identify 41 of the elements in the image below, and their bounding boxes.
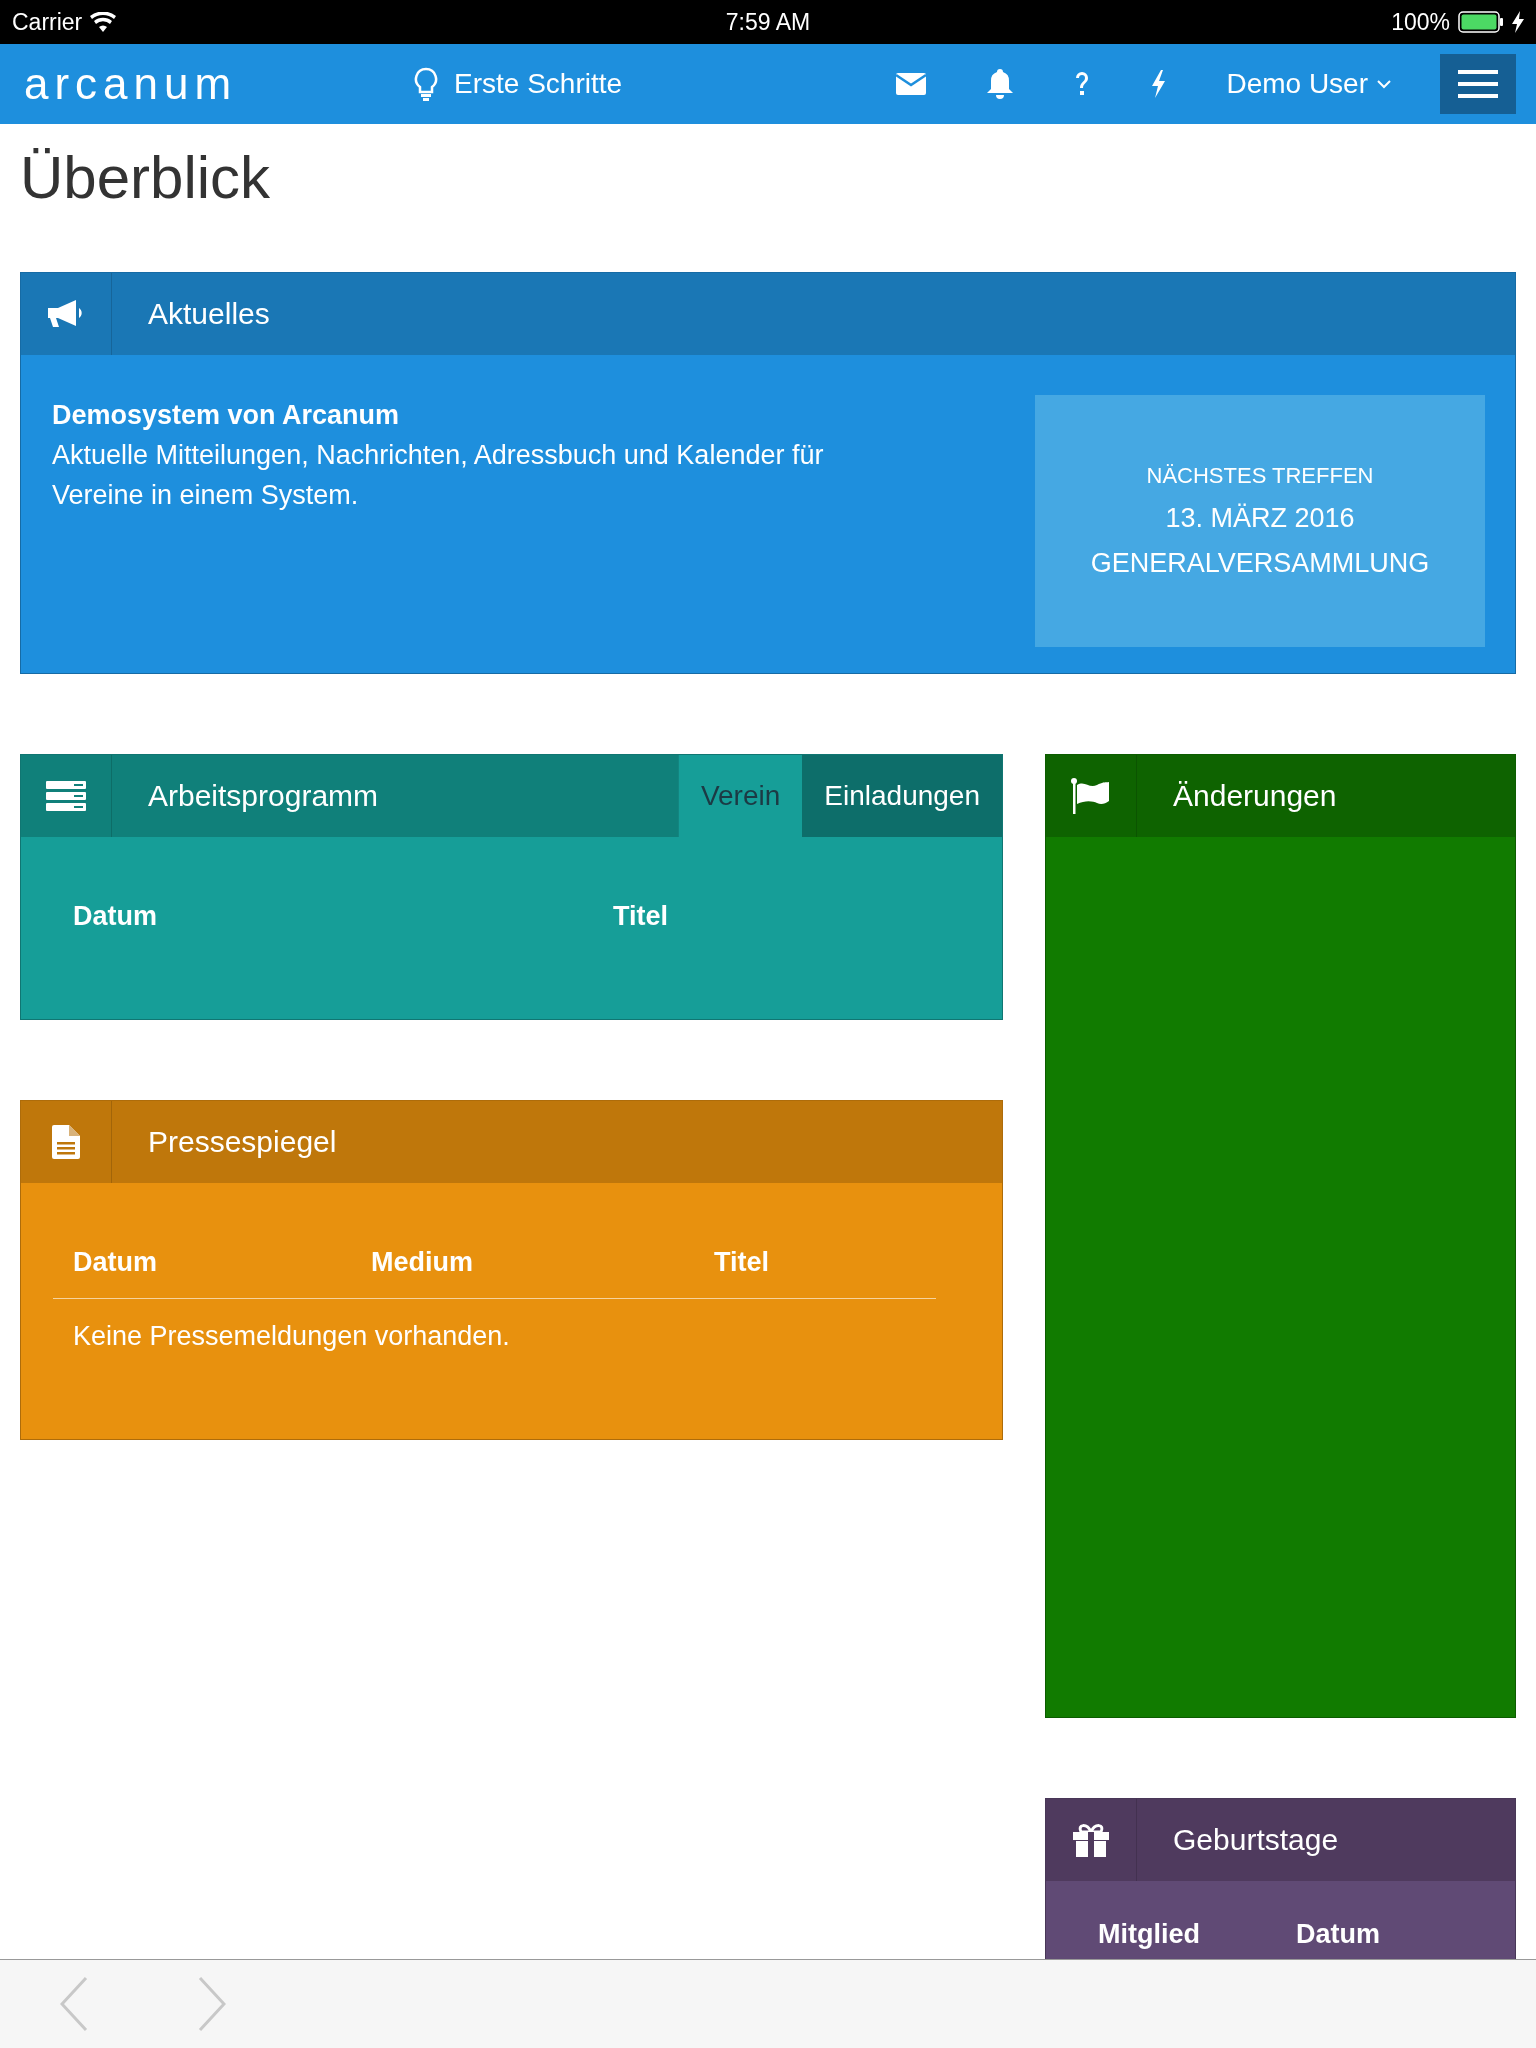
column-header: Titel bbox=[613, 901, 669, 932]
tab[interactable]: Einladungen bbox=[802, 755, 1002, 837]
flag-icon bbox=[1071, 778, 1111, 814]
charging-icon bbox=[1512, 11, 1524, 33]
column-header: Datum bbox=[73, 901, 158, 932]
panel-title: Änderungen bbox=[1172, 778, 1338, 814]
wifi-icon bbox=[90, 12, 117, 32]
page-title: Überblick bbox=[20, 143, 272, 213]
column-header: Titel bbox=[714, 1247, 770, 1278]
lightbulb-icon bbox=[414, 67, 438, 101]
carrier-label: Carrier bbox=[12, 8, 83, 36]
news-text: Demosystem von Arcanum Aktuelle Mitteilungen, Nachrichten, Adressbuch und Kalender für Vereine in einem System. bbox=[52, 399, 825, 512]
lightning-icon[interactable] bbox=[1150, 70, 1167, 98]
column-header: Medium bbox=[371, 1247, 474, 1278]
getting-started-link[interactable]: Erste Schritte bbox=[414, 67, 623, 101]
panel-title: Geburtstage bbox=[1172, 1822, 1340, 1858]
clock: 7:59 AM bbox=[725, 8, 811, 36]
empty-message: Keine Pressemeldungen vorhanden. bbox=[72, 1320, 511, 1353]
panel-title: Arbeitsprogramm bbox=[147, 778, 380, 814]
list-icon bbox=[46, 781, 86, 811]
gift-icon bbox=[1073, 1823, 1109, 1857]
user-menu[interactable]: Demo User bbox=[1226, 68, 1392, 100]
meeting-date: 13. MÄRZ 2016 bbox=[1165, 503, 1355, 534]
hamburger-icon bbox=[1458, 70, 1498, 98]
panel-title: Pressespiegel bbox=[147, 1124, 338, 1160]
battery-icon bbox=[1458, 11, 1504, 33]
logo[interactable]: arcanum bbox=[24, 62, 264, 106]
bell-icon[interactable] bbox=[986, 69, 1015, 99]
panel-title: Aktuelles bbox=[147, 296, 271, 332]
column-header: Datum bbox=[1296, 1919, 1381, 1950]
help-icon[interactable] bbox=[1074, 72, 1091, 96]
document-icon bbox=[52, 1125, 80, 1159]
mail-icon[interactable] bbox=[896, 73, 927, 95]
menu-button[interactable] bbox=[1440, 54, 1516, 114]
meeting-label: NÄCHSTES TREFFEN bbox=[1146, 463, 1374, 489]
meeting-name: GENERALVERSAMMLUNG bbox=[1090, 548, 1430, 579]
column-header: Datum bbox=[73, 1247, 158, 1278]
column-header: Mitglied bbox=[1098, 1919, 1201, 1950]
tab[interactable]: Verein bbox=[677, 755, 803, 837]
caret-icon bbox=[1376, 79, 1392, 89]
battery-percent: 100% bbox=[1391, 8, 1450, 36]
